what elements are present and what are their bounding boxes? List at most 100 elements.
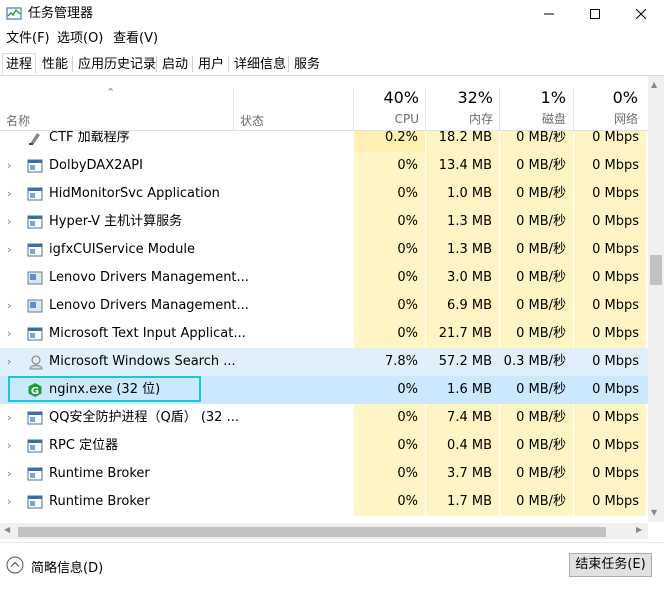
process-row[interactable]: › Hyper-V 主机计算服务 0% 1.3 MB 0 MB/秒 0 Mbps: [0, 208, 648, 236]
tab-details[interactable]: 详细信息: [230, 53, 290, 74]
process-row[interactable]: Lenovo Drivers Management... 0% 3.0 MB 0 MB…: [0, 264, 648, 292]
process-name: DolbyDAX2API: [49, 158, 143, 173]
column-name[interactable]: 名称: [6, 112, 30, 129]
tab-divider: [288, 56, 289, 72]
menu-view[interactable]: 查看(V): [113, 31, 158, 47]
cpu-value: 0%: [354, 432, 425, 460]
close-icon: [636, 9, 646, 19]
memory-value: 3.0 MB: [426, 264, 499, 292]
scroll-right-icon[interactable]: ▶: [636, 525, 642, 534]
app-window-icon: [27, 495, 43, 509]
expand-chevron-icon[interactable]: ›: [7, 440, 15, 451]
end-task-button[interactable]: 结束任务(E): [569, 553, 652, 577]
horizontal-scroll-thumb[interactable]: [18, 527, 606, 537]
scroll-down-icon[interactable]: ▼: [651, 508, 657, 517]
process-row[interactable]: › Runtime Broker 0% 3.7 MB 0 MB/秒 0 Mbps: [0, 460, 648, 488]
app-window-icon: [27, 215, 43, 229]
column-cpu[interactable]: 40% CPU: [354, 88, 419, 126]
memory-value: 13.4 MB: [426, 152, 499, 180]
maximize-button[interactable]: [572, 0, 618, 28]
tab-performance[interactable]: 性能: [38, 53, 72, 74]
tab-users[interactable]: 用户: [194, 53, 228, 74]
column-memory[interactable]: 32% 内存: [426, 88, 493, 126]
cpu-value: 0%: [354, 404, 425, 432]
fewer-details-link[interactable]: 简略信息(D): [31, 557, 103, 576]
expand-chevron-icon[interactable]: ›: [7, 244, 15, 255]
close-button[interactable]: [618, 0, 664, 28]
expand-chevron-icon[interactable]: ›: [7, 412, 15, 423]
process-row[interactable]: › QQ安全防护进程（Q盾） (32 ... 0% 7.4 MB 0 MB/秒 0 Mbp…: [0, 404, 648, 432]
vertical-scroll-thumb[interactable]: [650, 255, 662, 285]
collapse-chevron-icon[interactable]: [6, 556, 24, 574]
process-name: Lenovo Drivers Management...: [49, 270, 249, 285]
disk-value: 0 MB/秒: [516, 382, 566, 397]
process-row[interactable]: › Runtime Broker 0% 1.7 MB 0 MB/秒 0 Mbps: [0, 488, 648, 516]
lenovo-driver-icon: [27, 299, 43, 313]
network-value: 0 Mbps: [574, 404, 646, 432]
ctf-loader-icon: [29, 133, 40, 145]
process-row[interactable]: › Lenovo Drivers Management... 0% 6.9 MB 0 M…: [0, 292, 648, 320]
expand-chevron-icon[interactable]: ›: [7, 356, 15, 367]
tab-processes[interactable]: 进程: [2, 53, 37, 74]
expand-chevron-icon[interactable]: ›: [7, 468, 15, 479]
scroll-left-icon[interactable]: ◀: [4, 525, 10, 534]
process-row[interactable]: › HidMonitorSvc Application 0% 1.0 MB 0 MB/秒…: [0, 180, 648, 208]
tab-services[interactable]: 服务: [290, 53, 324, 74]
column-status[interactable]: 状态: [240, 112, 264, 129]
expand-chevron-icon[interactable]: ›: [7, 496, 15, 507]
search-service-icon: [29, 355, 43, 370]
expand-chevron-icon[interactable]: ›: [7, 300, 15, 311]
network-value: 0 Mbps: [592, 382, 639, 397]
memory-value: 1.7 MB: [426, 488, 499, 516]
sort-up-icon: ⌃: [106, 86, 116, 99]
tab-divider: [72, 56, 73, 72]
disk-value: 0 MB/秒: [500, 460, 573, 488]
process-name: igfxCUIService Module: [49, 242, 196, 257]
process-row[interactable]: › igfxCUIService Module 0% 1.3 MB 0 MB/秒 0 Mb…: [0, 236, 648, 264]
process-row[interactable]: › Microsoft Windows Search ... 7.8% 57.2 MB…: [0, 348, 648, 376]
process-row[interactable]: › Microsoft Text Input Applicat... 0% 21.7 …: [0, 320, 648, 348]
scroll-up-icon[interactable]: ▲: [651, 80, 657, 89]
memory-total: 32%: [457, 88, 493, 107]
menu-file[interactable]: 文件(F): [6, 31, 50, 47]
network-value: 0 Mbps: [574, 264, 646, 292]
process-name: Lenovo Drivers Management...: [49, 298, 249, 313]
vertical-scrollbar[interactable]: [648, 76, 664, 522]
cpu-value: 0%: [354, 180, 425, 208]
network-value: 0 Mbps: [574, 180, 646, 208]
disk-value: 0.3 MB/秒: [503, 354, 566, 369]
process-name: Runtime Broker: [49, 494, 150, 509]
window-title: 任务管理器: [28, 6, 94, 21]
tab-app-history[interactable]: 应用历史记录: [74, 53, 160, 74]
disk-value: 0 MB/秒: [500, 404, 573, 432]
app-window-icon: [27, 411, 43, 425]
tab-startup[interactable]: 启动: [158, 53, 192, 74]
memory-value: 0.4 MB: [426, 432, 499, 460]
expand-chevron-icon[interactable]: ›: [7, 160, 15, 171]
memory-value: 57.2 MB: [438, 354, 492, 369]
minimize-button[interactable]: [526, 0, 572, 28]
cpu-value: 0%: [354, 320, 425, 348]
network-total: 0%: [612, 88, 638, 107]
cpu-value: 0%: [354, 264, 425, 292]
minimize-icon: [544, 13, 554, 15]
network-value: 0 Mbps: [574, 432, 646, 460]
column-disk[interactable]: 1% 磁盘: [500, 88, 566, 126]
app-window-icon: [27, 187, 43, 201]
menu-options[interactable]: 选项(O): [57, 31, 103, 47]
expand-chevron-icon[interactable]: ›: [7, 188, 15, 199]
cpu-value: 0%: [354, 236, 425, 264]
app-window-icon: [27, 159, 43, 173]
expand-chevron-icon[interactable]: ›: [7, 328, 15, 339]
column-network[interactable]: 0% 网络: [574, 88, 638, 126]
process-row[interactable]: › RPC 定位器 0% 0.4 MB 0 MB/秒 0 Mbps: [0, 432, 648, 460]
process-row[interactable]: › DolbyDAX2API 0% 13.4 MB 0 MB/秒 0 Mbps: [0, 152, 648, 180]
lenovo-driver-icon: [27, 271, 43, 285]
cpu-value: 7.8%: [384, 354, 418, 369]
disk-value: 0 MB/秒: [500, 180, 573, 208]
memory-value: 1.3 MB: [426, 236, 499, 264]
expand-chevron-icon[interactable]: ›: [7, 216, 15, 227]
network-value: 0 Mbps: [574, 320, 646, 348]
app-window-icon: [27, 327, 43, 341]
column-divider: [233, 88, 234, 130]
